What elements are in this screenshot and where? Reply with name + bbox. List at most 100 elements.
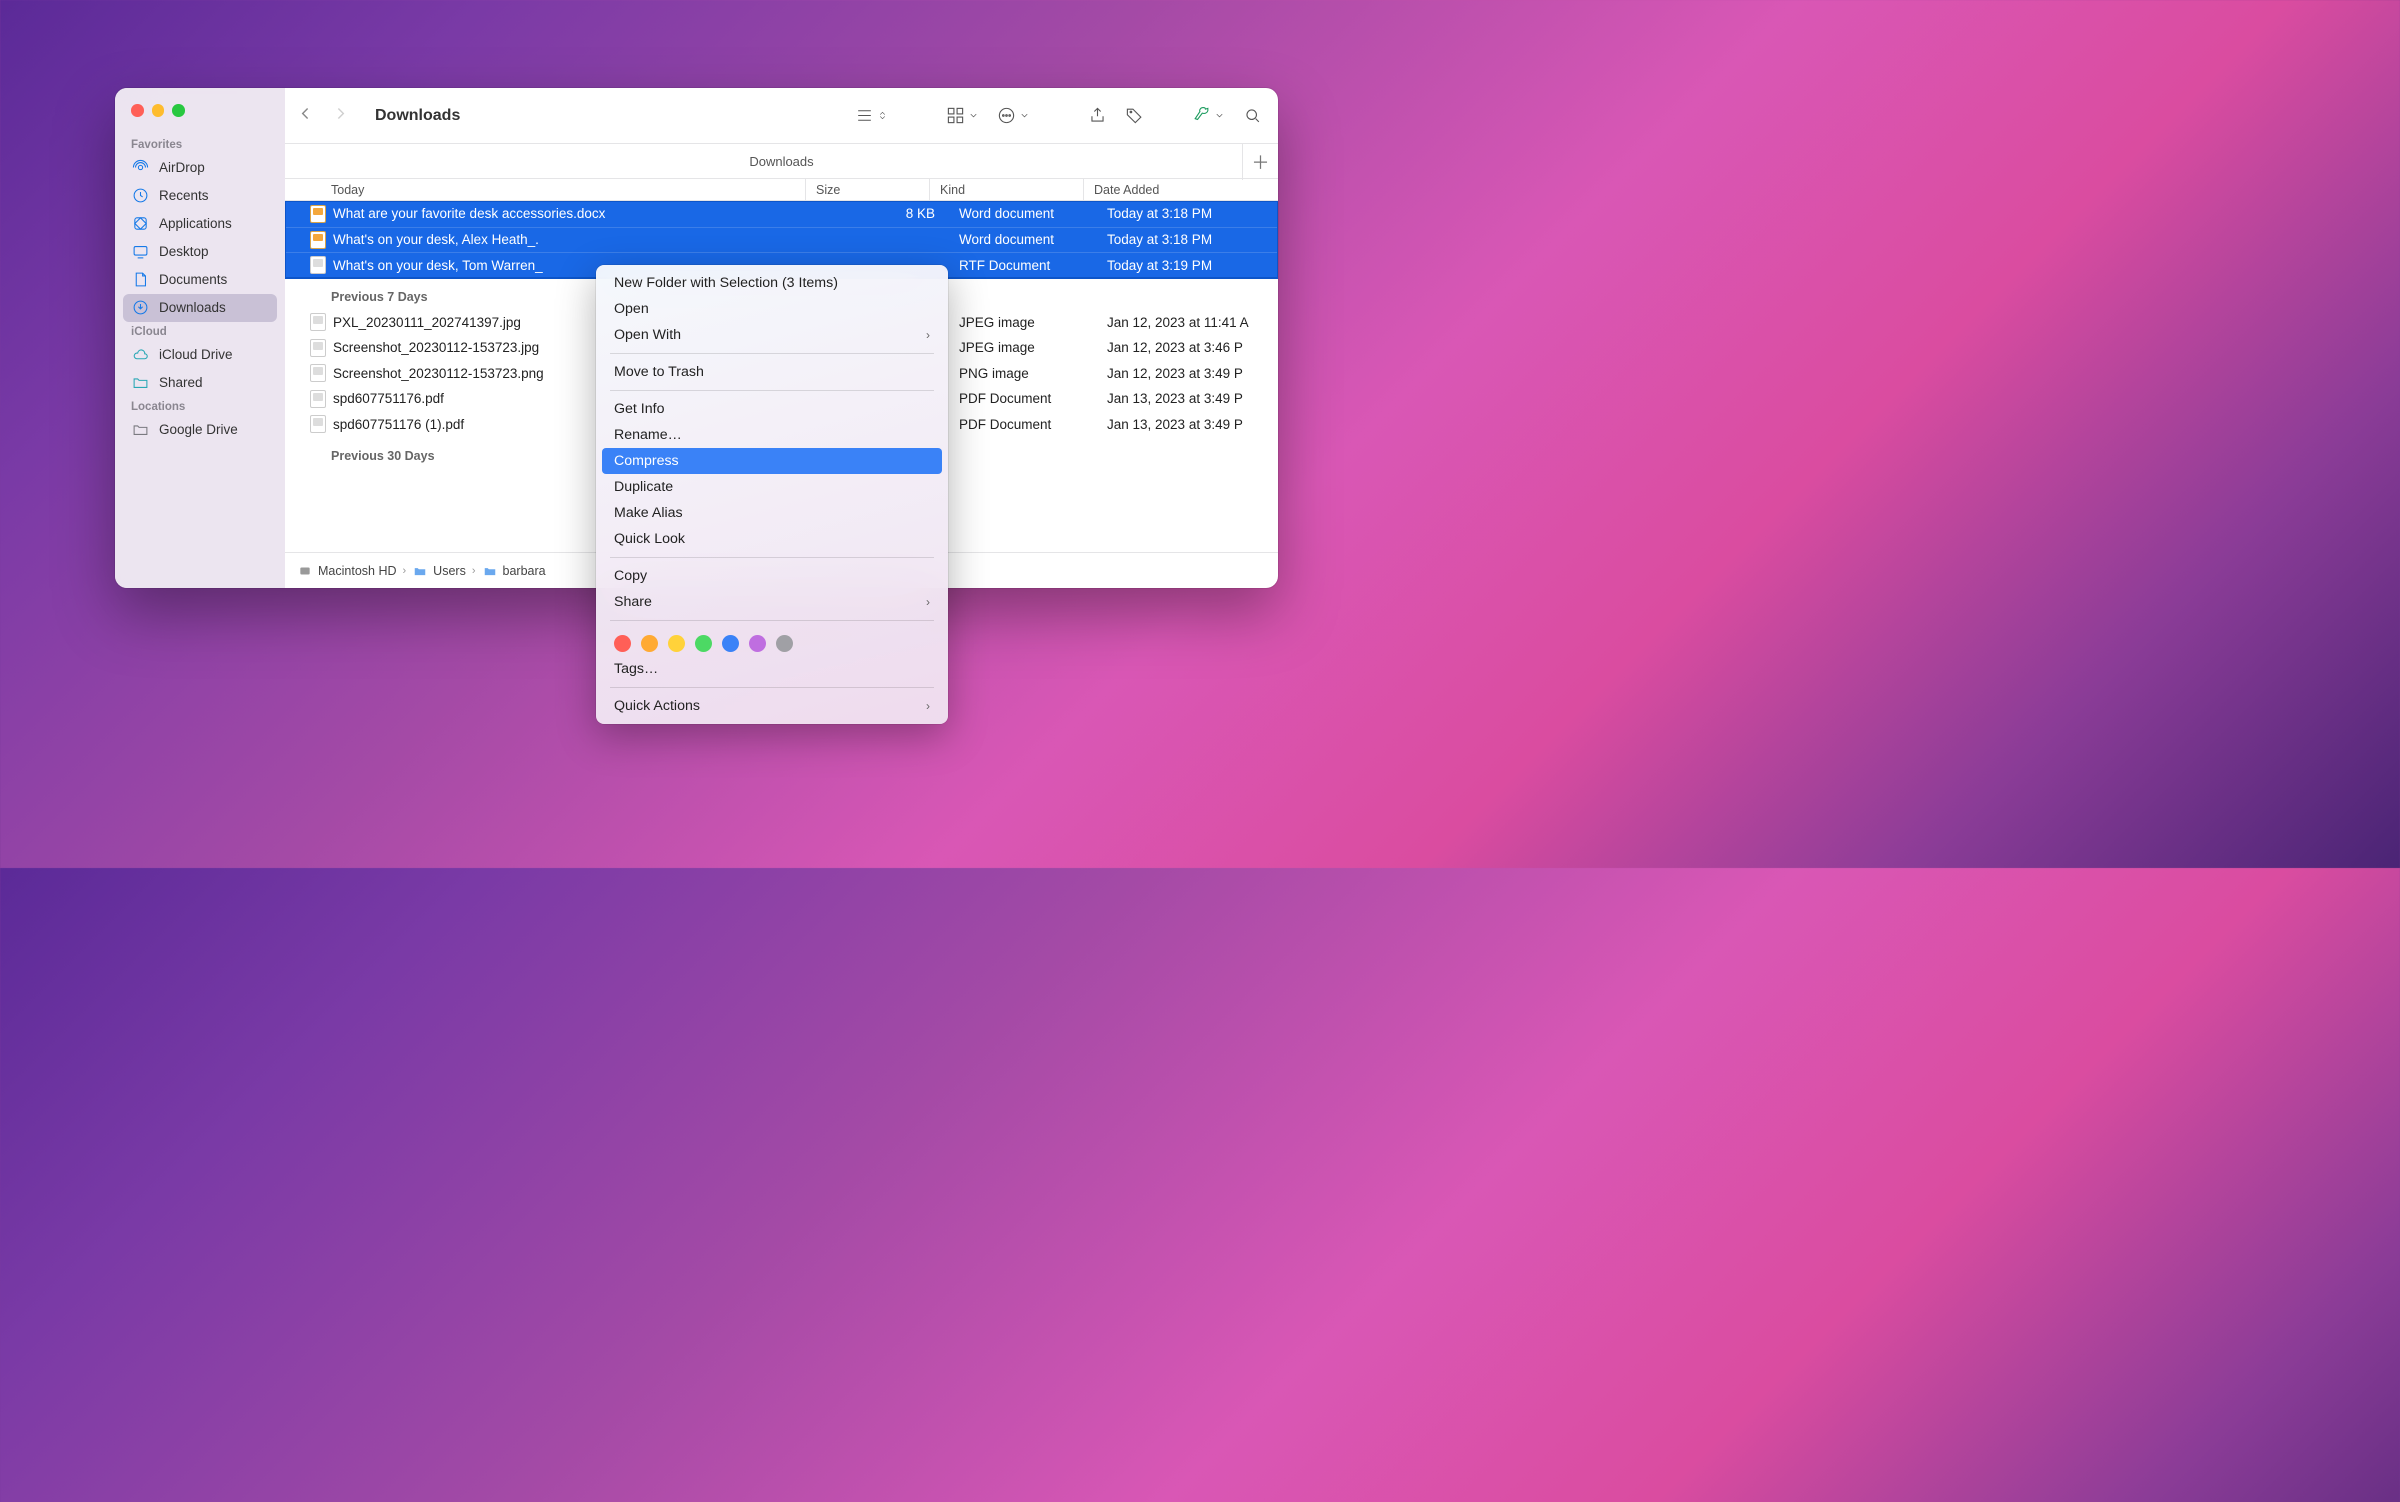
clock-icon — [131, 187, 149, 205]
menu-separator — [610, 390, 934, 391]
file-kind: PNG image — [949, 366, 1103, 381]
cloud-icon — [131, 346, 149, 364]
new-tab-button[interactable]: ＋ — [1242, 144, 1278, 180]
file-date: Jan 12, 2023 at 3:49 P — [1103, 366, 1278, 381]
sidebar-item-applications[interactable]: Applications — [115, 210, 285, 238]
sidebar-item-documents[interactable]: Documents — [115, 266, 285, 294]
tag-color[interactable] — [695, 635, 712, 652]
tag-color[interactable] — [749, 635, 766, 652]
sidebar-item-label: Google Drive — [159, 422, 238, 437]
share-button[interactable] — [1088, 106, 1107, 125]
menu-item-quick-look[interactable]: Quick Look — [596, 526, 948, 552]
column-kind[interactable]: Kind — [929, 179, 1083, 200]
menu-separator — [610, 557, 934, 558]
menu-separator — [610, 620, 934, 621]
sidebar-item-shared[interactable]: Shared — [115, 369, 285, 397]
close-window-button[interactable] — [131, 104, 144, 117]
file-size: 8 KB — [825, 206, 949, 221]
toolbar: Downloads — [285, 88, 1278, 143]
extension-button[interactable] — [1192, 106, 1225, 125]
column-headers: Today Size Kind Date Added — [285, 179, 1278, 201]
search-button[interactable] — [1243, 106, 1262, 125]
menu-item-label: Quick Look — [614, 531, 685, 547]
file-kind: PDF Document — [949, 391, 1103, 406]
group-button[interactable] — [946, 106, 979, 125]
sidebar-item-label: AirDrop — [159, 160, 205, 175]
tag-color[interactable] — [641, 635, 658, 652]
jpg-file-icon — [309, 339, 327, 357]
menu-item-label: Copy — [614, 568, 647, 584]
menu-item-share[interactable]: Share › — [596, 589, 948, 615]
applications-icon — [131, 215, 149, 233]
window-controls — [115, 100, 285, 135]
sidebar-item-google-drive[interactable]: Google Drive — [115, 416, 285, 444]
sidebar-item-downloads[interactable]: Downloads — [123, 294, 277, 322]
tag-color[interactable] — [614, 635, 631, 652]
sidebar-item-label: Recents — [159, 188, 209, 203]
chevron-right-icon: › — [472, 565, 476, 577]
column-name[interactable]: Today — [285, 183, 805, 197]
menu-item-duplicate[interactable]: Duplicate — [596, 474, 948, 500]
file-date: Jan 12, 2023 at 3:46 P — [1103, 340, 1278, 355]
menu-item-move-to-trash[interactable]: Move to Trash — [596, 359, 948, 385]
sidebar-item-icloud-drive[interactable]: iCloud Drive — [115, 341, 285, 369]
file-name: What's on your desk, Alex Heath_. — [333, 232, 825, 247]
tags-button[interactable] — [1125, 106, 1144, 125]
tag-color[interactable] — [668, 635, 685, 652]
menu-item-label: Compress — [614, 453, 679, 469]
menu-item-rename-[interactable]: Rename… — [596, 422, 948, 448]
column-size[interactable]: Size — [805, 179, 929, 200]
file-kind: JPEG image — [949, 340, 1103, 355]
menu-item-get-info[interactable]: Get Info — [596, 396, 948, 422]
sidebar-item-airdrop[interactable]: AirDrop — [115, 154, 285, 182]
sidebar-item-recents[interactable]: Recents — [115, 182, 285, 210]
view-mode-button[interactable] — [855, 106, 888, 125]
tab-downloads[interactable]: Downloads — [749, 154, 813, 169]
path-segment[interactable]: Macintosh HD — [318, 564, 397, 578]
path-segment[interactable]: Users — [433, 564, 466, 578]
chevron-right-icon: › — [926, 328, 930, 342]
back-button[interactable] — [297, 105, 314, 127]
tag-color-row — [596, 626, 948, 656]
chevron-right-icon: › — [926, 699, 930, 713]
jpg-file-icon — [309, 313, 327, 331]
menu-item-new-folder-with-selection-3-items-[interactable]: New Folder with Selection (3 Items) — [596, 270, 948, 296]
sidebar: Favorites AirDrop Recents Applications D… — [115, 88, 285, 588]
file-kind: Word document — [949, 232, 1103, 247]
sidebar-item-label: iCloud Drive — [159, 347, 233, 362]
desktop-icon — [131, 243, 149, 261]
context-menu[interactable]: New Folder with Selection (3 Items)OpenO… — [596, 265, 948, 724]
action-button[interactable] — [997, 106, 1030, 125]
tab-bar: Downloads ＋ — [285, 143, 1278, 179]
sidebar-item-desktop[interactable]: Desktop — [115, 238, 285, 266]
menu-item-open[interactable]: Open — [596, 296, 948, 322]
chevron-right-icon: › — [926, 595, 930, 609]
menu-item-label: Duplicate — [614, 479, 673, 495]
word-file-icon — [309, 231, 327, 249]
tag-color[interactable] — [776, 635, 793, 652]
menu-item-label: Share — [614, 594, 652, 610]
zoom-window-button[interactable] — [172, 104, 185, 117]
file-row[interactable]: What are your favorite desk accessories.… — [285, 201, 1278, 227]
column-date[interactable]: Date Added — [1083, 179, 1278, 200]
menu-item-make-alias[interactable]: Make Alias — [596, 500, 948, 526]
menu-item-label: Tags… — [614, 661, 658, 677]
menu-item-compress[interactable]: Compress — [602, 448, 942, 474]
file-date: Jan 12, 2023 at 11:41 A — [1103, 315, 1278, 330]
menu-item-open-with[interactable]: Open With› — [596, 322, 948, 348]
file-row[interactable]: What's on your desk, Alex Heath_. Word d… — [285, 227, 1278, 253]
tag-color[interactable] — [722, 635, 739, 652]
menu-item-tags-[interactable]: Tags… — [596, 656, 948, 682]
file-date: Today at 3:18 PM — [1103, 232, 1278, 247]
minimize-window-button[interactable] — [152, 104, 165, 117]
path-segment[interactable]: barbara — [503, 564, 546, 578]
sidebar-item-label: Documents — [159, 272, 227, 287]
forward-button[interactable] — [332, 105, 349, 127]
file-kind: JPEG image — [949, 315, 1103, 330]
menu-item-copy[interactable]: Copy — [596, 563, 948, 589]
menu-item-label: Move to Trash — [614, 364, 704, 380]
sidebar-item-label: Downloads — [159, 300, 226, 315]
menu-item-quick-actions[interactable]: Quick Actions› — [596, 693, 948, 719]
menu-item-label: Get Info — [614, 401, 664, 417]
shared-folder-icon — [131, 374, 149, 392]
